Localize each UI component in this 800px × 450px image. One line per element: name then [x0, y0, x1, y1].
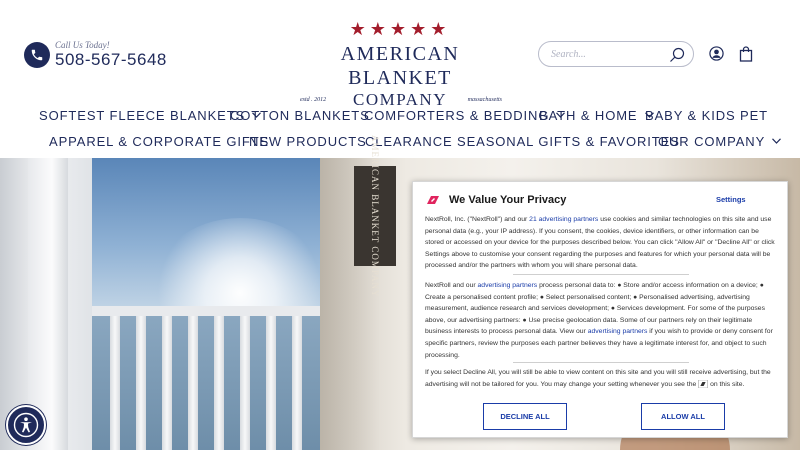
- nav-comforters-bedding[interactable]: COMFORTERS & BEDDING: [364, 105, 566, 125]
- nav-softest-fleece-blankets[interactable]: SOFTEST FLEECE BLANKETS: [39, 105, 262, 125]
- site-header: Call Us Today! 508-567-5648 ★★★★★ AMERIC…: [0, 0, 800, 158]
- nav-label: COMFORTERS & BEDDING: [364, 107, 550, 123]
- search-input[interactable]: [551, 46, 661, 62]
- phone-number[interactable]: 508-567-5648: [55, 50, 167, 70]
- account-icon[interactable]: [709, 46, 724, 61]
- nextroll-inline-icon[interactable]: [698, 379, 709, 388]
- allow-all-button[interactable]: ALLOW ALL: [641, 403, 725, 430]
- consent-paragraph-3: If you select Decline All, you will stil…: [425, 367, 777, 390]
- chevron-down-icon: [772, 138, 782, 144]
- nav-baby-kids[interactable]: BABY & KIDS: [645, 105, 736, 125]
- consent-divider: [513, 362, 689, 363]
- site-logo[interactable]: ★★★★★ AMERICAN BLANKET estd . 2012 COMPA…: [290, 20, 510, 111]
- nav-new-products[interactable]: NEW PRODUCTS: [249, 131, 367, 151]
- blanket-tag-text: AMERICAN BLANKET COMPANY: [370, 134, 380, 298]
- hero-baluster: [136, 316, 146, 450]
- nav-bath-home[interactable]: BATH & HOME: [539, 105, 654, 125]
- nav-label: NEW PRODUCTS: [249, 133, 367, 149]
- hero-baluster: [188, 316, 198, 450]
- nav-seasonal-gifts[interactable]: SEASONAL GIFTS & FAVORITES: [457, 131, 680, 151]
- partners-link[interactable]: 21 advertising partners: [529, 216, 598, 223]
- blanket-tag: AMERICAN BLANKET COMPANY: [354, 135, 396, 297]
- phone-icon: [24, 42, 50, 68]
- consent-settings-link[interactable]: Settings: [716, 195, 746, 204]
- nav-apparel-corporate-gifts[interactable]: APPAREL & CORPORATE GIFTS: [49, 131, 269, 151]
- consent-paragraph-2: NextRoll and our advertising partners pr…: [425, 280, 777, 361]
- hero-baluster: [214, 316, 224, 450]
- logo-line1: AMERICAN BLANKET: [340, 43, 460, 89]
- nav-label: SOFTEST FLEECE BLANKETS: [39, 107, 246, 123]
- logo-stars: ★★★★★: [349, 19, 451, 39]
- hero-baluster: [240, 316, 250, 450]
- nav-label: APPAREL & CORPORATE GIFTS: [49, 133, 270, 149]
- hero-baluster: [292, 316, 302, 450]
- logo-state: massachusetts: [467, 97, 502, 103]
- consent-text: on this site.: [708, 380, 745, 388]
- accessibility-button[interactable]: [6, 405, 46, 445]
- nav-pet[interactable]: PET: [740, 105, 768, 125]
- consent-text: NextRoll and our: [425, 282, 478, 289]
- consent-title: We Value Your Privacy: [449, 194, 567, 206]
- nav-our-company[interactable]: OUR COMPANY: [658, 131, 782, 151]
- logo-estd: estd . 2012: [300, 97, 327, 103]
- consent-text: NextRoll, Inc. ("NextRoll") and our: [425, 216, 530, 223]
- nav-label: BATH & HOME: [539, 107, 638, 123]
- cart-icon[interactable]: [739, 46, 753, 62]
- consent-divider: [513, 274, 689, 275]
- nav-label: BABY & KIDS: [645, 107, 736, 123]
- consent-paragraph-1: NextRoll, Inc. ("NextRoll") and our 21 a…: [425, 214, 777, 272]
- hero-baluster: [162, 316, 172, 450]
- hero-baluster: [266, 316, 276, 450]
- nav-label: PET: [740, 107, 768, 123]
- privacy-consent-dialog: We Value Your Privacy Settings NextRoll,…: [412, 181, 788, 438]
- advertising-partners-link[interactable]: advertising partners: [478, 282, 538, 289]
- nav-label: SEASONAL GIFTS & FAVORITES: [457, 133, 680, 149]
- nav-label: OUR COMPANY: [658, 133, 766, 149]
- nav-cotton-blankets[interactable]: COTTON BLANKETS: [230, 105, 370, 125]
- nav-label: COTTON BLANKETS: [230, 107, 370, 123]
- main-nav-row2: APPAREL & CORPORATE GIFTS NEW PRODUCTS C…: [0, 131, 800, 151]
- main-nav-row1: SOFTEST FLEECE BLANKETS COTTON BLANKETS …: [0, 105, 800, 125]
- advertising-partners-link[interactable]: advertising partners: [588, 328, 648, 335]
- search-box[interactable]: [538, 41, 694, 67]
- hero-railing: [90, 306, 350, 316]
- nextroll-logo-icon: [427, 196, 439, 204]
- accessibility-icon: [13, 412, 39, 438]
- search-icon[interactable]: [669, 47, 685, 63]
- consent-text: use cookies and similar technologies on …: [425, 216, 775, 270]
- call-us-label: Call Us Today!: [55, 40, 110, 50]
- decline-all-button[interactable]: DECLINE ALL: [483, 403, 567, 430]
- hero-baluster: [110, 316, 120, 450]
- phone-contact[interactable]: Call Us Today! 508-567-5648: [24, 40, 167, 70]
